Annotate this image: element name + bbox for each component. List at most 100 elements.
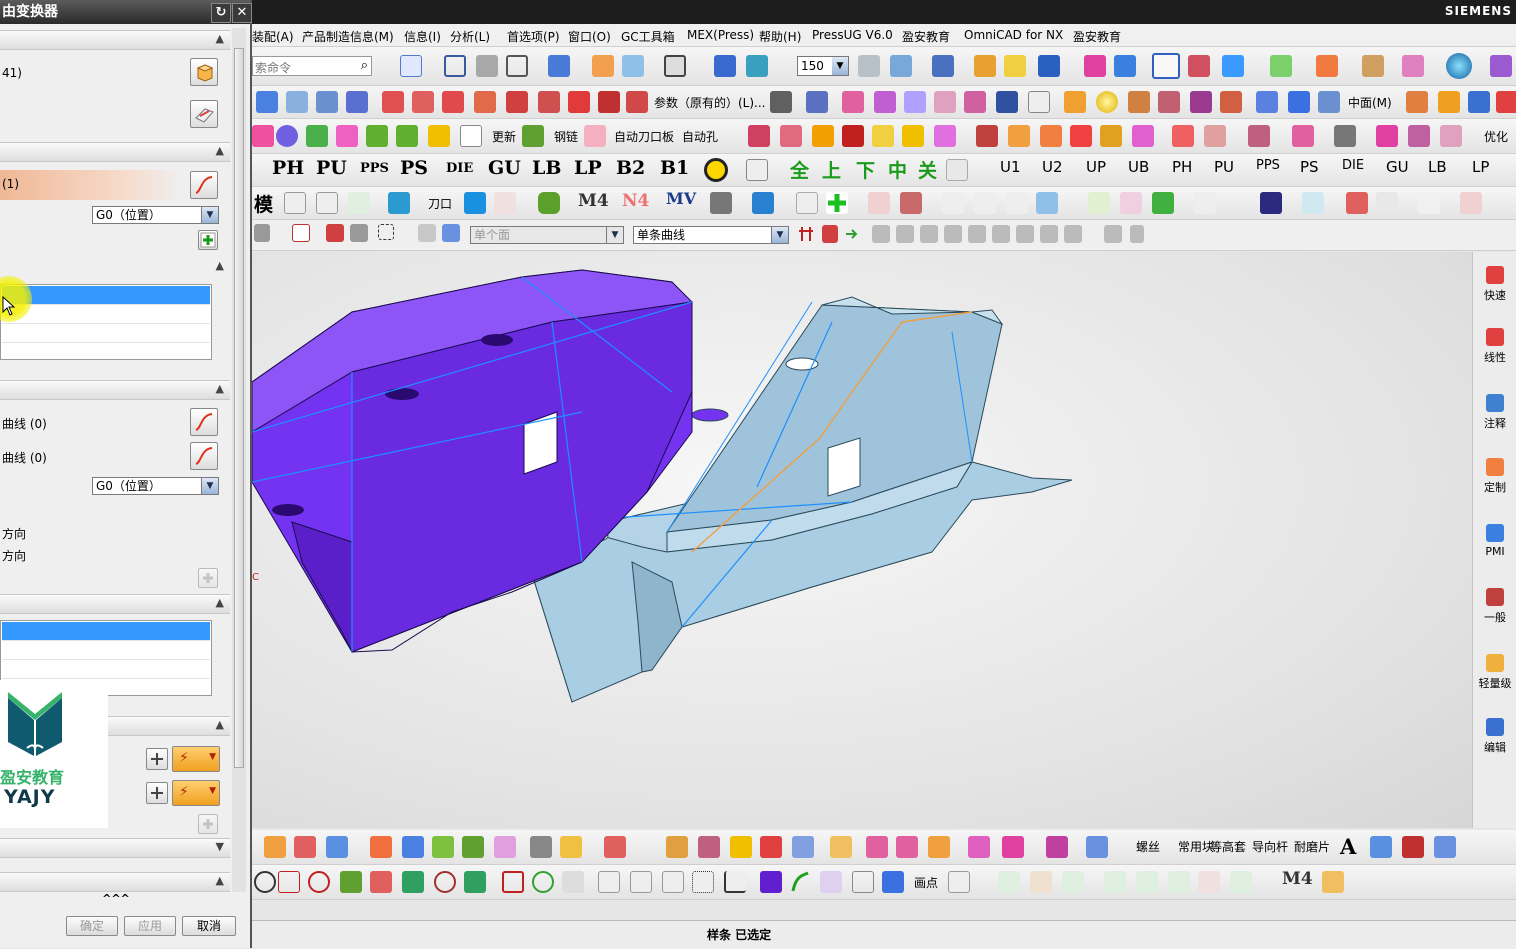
punch-icon[interactable] bbox=[276, 125, 298, 147]
section-header-8[interactable]: ▲ bbox=[0, 872, 230, 892]
material-icon[interactable] bbox=[592, 55, 614, 77]
pin-icon[interactable] bbox=[538, 192, 560, 214]
flange-icon[interactable] bbox=[286, 91, 308, 113]
resource-lightweight[interactable]: 轻量级 bbox=[1473, 654, 1516, 691]
tool-corner-icon[interactable] bbox=[724, 871, 746, 893]
lp-move-tool[interactable]: LP bbox=[1472, 158, 1489, 176]
add-set-button-1[interactable] bbox=[198, 230, 218, 250]
measure-icon[interactable] bbox=[1188, 55, 1210, 77]
pu-move-tool[interactable]: PU bbox=[1214, 158, 1234, 176]
bridge-curve-icon[interactable] bbox=[538, 91, 560, 113]
part-u-icon[interactable] bbox=[1440, 125, 1462, 147]
draft-icon[interactable] bbox=[1190, 91, 1212, 113]
rect-tool-icon[interactable] bbox=[502, 871, 524, 893]
material-body-icon[interactable] bbox=[1362, 55, 1384, 77]
import-layer-icon[interactable] bbox=[946, 159, 968, 181]
tool-d-icon[interactable] bbox=[462, 836, 484, 858]
hang-table-icon[interactable] bbox=[942, 192, 964, 214]
lower-tool[interactable]: 下 bbox=[856, 156, 875, 183]
menu-item-yingan-1[interactable]: 盈安教育 bbox=[902, 28, 950, 45]
robot-icon[interactable] bbox=[1376, 192, 1398, 214]
block-icon[interactable] bbox=[1128, 91, 1150, 113]
part-k-icon[interactable] bbox=[1070, 125, 1092, 147]
follow-fillet-icon[interactable] bbox=[822, 225, 838, 243]
pps-move-tool[interactable]: PPS bbox=[1256, 158, 1280, 173]
menu-item-assembly[interactable]: 装配(A) bbox=[252, 28, 294, 45]
m4-tool[interactable]: M4 bbox=[578, 191, 609, 211]
pps-tool[interactable]: PPS bbox=[360, 161, 389, 176]
add-set-button-3[interactable] bbox=[198, 814, 218, 834]
bucket-icon[interactable] bbox=[326, 836, 348, 858]
pattern-face-icon[interactable] bbox=[1220, 91, 1242, 113]
menu-item-preferences[interactable]: 首选项(P) bbox=[507, 28, 560, 45]
chevron-up-icon[interactable]: ▲ bbox=[216, 144, 224, 157]
menu-item-info[interactable]: 信息(I) bbox=[404, 28, 441, 45]
scrollbar-thumb[interactable] bbox=[234, 48, 244, 768]
safety-icon[interactable] bbox=[336, 125, 358, 147]
lp-tool[interactable]: LP bbox=[574, 157, 602, 179]
section-header-2[interactable]: ▲ bbox=[0, 142, 230, 162]
search-icon[interactable]: ⌕ bbox=[361, 58, 368, 73]
resource-edit[interactable]: 编辑 bbox=[1473, 718, 1516, 755]
wear-plate-label[interactable]: 耐磨片 bbox=[1294, 838, 1330, 855]
sm-hammer-icon[interactable] bbox=[1322, 871, 1344, 893]
part-o-icon[interactable] bbox=[1204, 125, 1226, 147]
part-n-icon[interactable] bbox=[1172, 125, 1194, 147]
snap-endpoint-icon[interactable] bbox=[872, 225, 890, 243]
all-tool[interactable]: 全 bbox=[790, 156, 809, 183]
ph-tool[interactable]: PH bbox=[272, 157, 304, 179]
tool-x-icon[interactable] bbox=[1434, 836, 1456, 858]
check-annotate-icon[interactable] bbox=[1030, 871, 1052, 893]
command-search-input[interactable]: 索命令 ⌕ bbox=[252, 56, 372, 76]
type-filter-icon[interactable] bbox=[292, 224, 310, 242]
blank-tool-icon[interactable] bbox=[1028, 91, 1050, 113]
zoom-select[interactable]: 150 ▼ bbox=[797, 56, 849, 76]
chevron-down-icon[interactable]: ▼ bbox=[209, 752, 216, 762]
part-dwg-icon[interactable] bbox=[1168, 871, 1190, 893]
pin-hole-icon[interactable] bbox=[1460, 192, 1482, 214]
up-tool[interactable]: UP bbox=[1086, 158, 1106, 176]
blank-icon[interactable] bbox=[1438, 91, 1460, 113]
midface-left-icon[interactable] bbox=[1256, 91, 1278, 113]
gu-tool[interactable]: GU bbox=[488, 157, 521, 179]
sphere-icon[interactable] bbox=[1096, 91, 1118, 113]
material-bom-icon[interactable] bbox=[1104, 871, 1126, 893]
settings-icon[interactable] bbox=[1490, 55, 1512, 77]
pu-tool[interactable]: PU bbox=[316, 157, 347, 179]
mirror-icon[interactable] bbox=[752, 192, 774, 214]
ok-button[interactable]: 确定 bbox=[66, 916, 118, 936]
angle-tool-icon[interactable] bbox=[278, 871, 300, 893]
list-item[interactable] bbox=[2, 641, 210, 660]
screw-label[interactable]: 螺丝 bbox=[1136, 838, 1160, 855]
part-i-icon[interactable] bbox=[1008, 125, 1030, 147]
tool-l-icon[interactable] bbox=[760, 836, 782, 858]
tool-dots-icon[interactable] bbox=[692, 871, 714, 893]
brush-icon[interactable] bbox=[1260, 192, 1282, 214]
offset-surface-icon[interactable] bbox=[874, 91, 896, 113]
tool-u-icon[interactable] bbox=[1086, 836, 1108, 858]
point-icon[interactable] bbox=[1084, 55, 1106, 77]
snap-intersection-icon[interactable] bbox=[944, 225, 962, 243]
view-grid-icon[interactable] bbox=[444, 55, 466, 77]
tool-i-icon[interactable] bbox=[666, 836, 688, 858]
tool-e-icon[interactable] bbox=[494, 836, 516, 858]
layout-icon[interactable] bbox=[506, 55, 528, 77]
machining-face-icon[interactable] bbox=[1316, 55, 1338, 77]
chevron-down-icon[interactable]: ▼ bbox=[201, 207, 218, 223]
snap-face-point-icon[interactable] bbox=[1064, 225, 1082, 243]
select-body-button[interactable] bbox=[190, 58, 218, 86]
pad-icon[interactable] bbox=[1406, 91, 1428, 113]
chevron-up-icon[interactable]: ▲ bbox=[216, 259, 224, 272]
temp-move-icon[interactable] bbox=[746, 159, 768, 181]
ejector-pin-icon[interactable] bbox=[1006, 192, 1028, 214]
solid-filter-icon[interactable] bbox=[442, 224, 460, 242]
menu-item-mex-press[interactable]: MEX(Press) bbox=[687, 28, 754, 42]
tool-graph-icon[interactable] bbox=[852, 871, 874, 893]
tool-j-icon[interactable] bbox=[698, 836, 720, 858]
point-dialog-button-1[interactable] bbox=[146, 748, 168, 770]
move-object-icon[interactable] bbox=[714, 55, 736, 77]
tool-n-icon[interactable] bbox=[830, 836, 852, 858]
template-icon[interactable] bbox=[1402, 55, 1424, 77]
spline-icon[interactable] bbox=[598, 91, 620, 113]
param-original-label[interactable]: 参数（原有的）(L)... bbox=[654, 94, 766, 111]
